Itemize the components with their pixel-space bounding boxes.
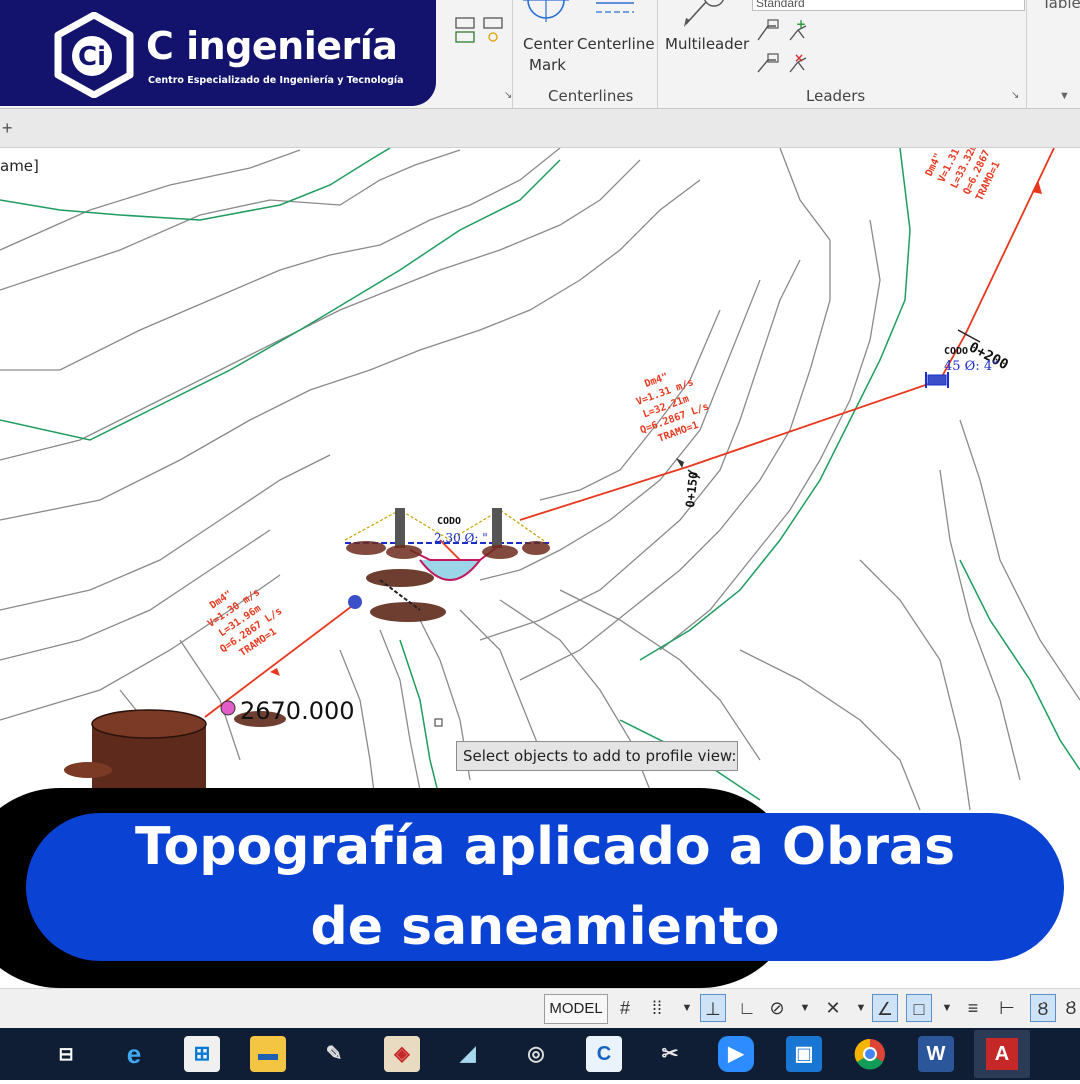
app-window-icon[interactable]: ▣ (786, 1036, 822, 1072)
ortho-icon[interactable]: ∟ (734, 994, 760, 1022)
fitting-angle-label: 45 Ø: 4" (944, 359, 998, 374)
sewer-pipeline[interactable] (204, 148, 1055, 718)
pipe-segment-label-low: Dm4" V=1.30 m/s L=31.96m Q=6.2867 L/s TR… (206, 587, 284, 659)
paint-icon[interactable]: ◈ (384, 1036, 420, 1072)
snipping-tool-icon[interactable]: ✎ (316, 1036, 352, 1072)
lineweight-icon[interactable]: ≡ (960, 994, 986, 1022)
isodraft-icon[interactable]: ✕ (820, 994, 846, 1022)
word-icon[interactable]: W (918, 1036, 954, 1072)
leader-style-dropdown[interactable]: Standard (752, 0, 1025, 11)
elevation-label: 2670.000 (240, 697, 355, 725)
panel-divider (1026, 0, 1027, 108)
object-snap-icon[interactable]: □ (906, 994, 932, 1022)
centerlines-panel-title: Centerlines (548, 87, 634, 105)
fitting-angle-label: 2.30 Ø: " (434, 531, 488, 545)
edge-icon[interactable]: e (116, 1036, 152, 1072)
svg-text:+: + (796, 17, 806, 31)
logo-mark: Ci (78, 42, 106, 72)
centerline-button[interactable]: Centerline (577, 35, 655, 53)
table-panel-label: Table (1042, 0, 1080, 12)
leaders-panel-launcher-icon[interactable]: ↘ (1011, 90, 1019, 101)
model-space-button[interactable]: MODEL (544, 994, 608, 1024)
multileader-icon[interactable] (680, 0, 730, 28)
flow-arrow-icon (676, 458, 684, 468)
storage-tank[interactable] (64, 709, 207, 794)
svg-text:×: × (794, 51, 804, 65)
title-banner: Topografía aplicado a Obras de saneamien… (26, 813, 1064, 961)
logo-hexagon-icon: Ci (54, 11, 134, 99)
chrome-icon[interactable] (852, 1036, 888, 1072)
obs-icon[interactable]: ◎ (518, 1036, 554, 1072)
banner-title-line1: Topografía aplicado a Obras (134, 817, 956, 877)
osnap-dropdown-icon[interactable]: ▼ (934, 994, 960, 1022)
ribbon-minimize-icon[interactable]: ▼ (1059, 90, 1070, 102)
grid-icon[interactable]: # (612, 994, 638, 1022)
tool-app-icon[interactable]: ✂ (652, 1036, 688, 1072)
elevation-point-icon (220, 700, 236, 716)
pipe-fitting-icon (925, 372, 949, 388)
center-mark-button[interactable]: Center (523, 35, 574, 53)
banner-title-line2: de saneamiento (310, 897, 780, 957)
fitting-label: CODO (437, 516, 461, 527)
new-tab-plus-icon[interactable]: + (2, 118, 13, 139)
dimension-tools-icons[interactable] (452, 16, 508, 44)
pipe-segment-label-top: Dm4" V=1.31 m/s L=33.32m Q=6.2867 L/s TR… (924, 148, 1003, 203)
centerline-icon[interactable] (592, 0, 638, 26)
panel-divider (657, 0, 658, 108)
flow-arrow-icon (270, 668, 280, 676)
leader-edit-icons[interactable]: + × (754, 16, 814, 78)
document-tab-strip (0, 109, 1080, 148)
polar-tracking-icon[interactable]: ⊘ (764, 994, 790, 1022)
snap-dropdown-icon[interactable]: ▼ (674, 994, 700, 1022)
isodraft-dropdown-icon[interactable]: ▼ (848, 994, 874, 1022)
civil3d-icon[interactable]: C (586, 1036, 622, 1072)
fitting-label: CODO (944, 346, 968, 357)
store-icon[interactable]: ⊞ (184, 1036, 220, 1072)
panel-divider (512, 0, 513, 108)
zoom-icon[interactable]: ▶ (718, 1036, 754, 1072)
annotation-visibility-icon[interactable]: Ȣ (1058, 994, 1080, 1022)
object-snap-tracking-icon[interactable]: ∠ (872, 994, 898, 1022)
ucs-icon[interactable]: ⊢ (994, 994, 1020, 1022)
center-mark-icon[interactable] (523, 0, 569, 26)
brand-title: C ingeniería (146, 24, 398, 68)
leaders-panel-title: Leaders (806, 87, 866, 105)
station-label: 0+150 (683, 471, 701, 508)
multileader-button[interactable]: Multileader (665, 35, 749, 53)
autocad-icon[interactable]: A (974, 1030, 1030, 1078)
infer-constraints-icon[interactable]: ⊥ (700, 994, 726, 1022)
polar-dropdown-icon[interactable]: ▼ (792, 994, 818, 1022)
annotation-scale-icon[interactable]: Ȣ (1030, 994, 1056, 1022)
snap-icon[interactable]: ⁞⁞ (644, 994, 670, 1022)
file-explorer-icon[interactable]: ▬ (250, 1036, 286, 1072)
pipe-segment-label-mid: Dm4" V=1.31 m/s L=32.21m Q=6.2867 L/s TR… (635, 371, 711, 444)
center-mark-button-line2[interactable]: Mark (529, 56, 566, 74)
viewport-label[interactable]: ame] (0, 157, 39, 175)
contour-lines-green (0, 148, 1080, 801)
brand-subtitle: Centro Especializado de Ingeniería y Tec… (148, 75, 404, 86)
task-view-icon[interactable]: ⊟ (48, 1036, 84, 1072)
cursor-pickbox (434, 718, 443, 727)
command-prompt-tooltip: Select objects to add to profile view: (456, 741, 738, 771)
flow-arrow-icon (1032, 180, 1042, 194)
stylus-icon[interactable]: ◢ (450, 1036, 486, 1072)
